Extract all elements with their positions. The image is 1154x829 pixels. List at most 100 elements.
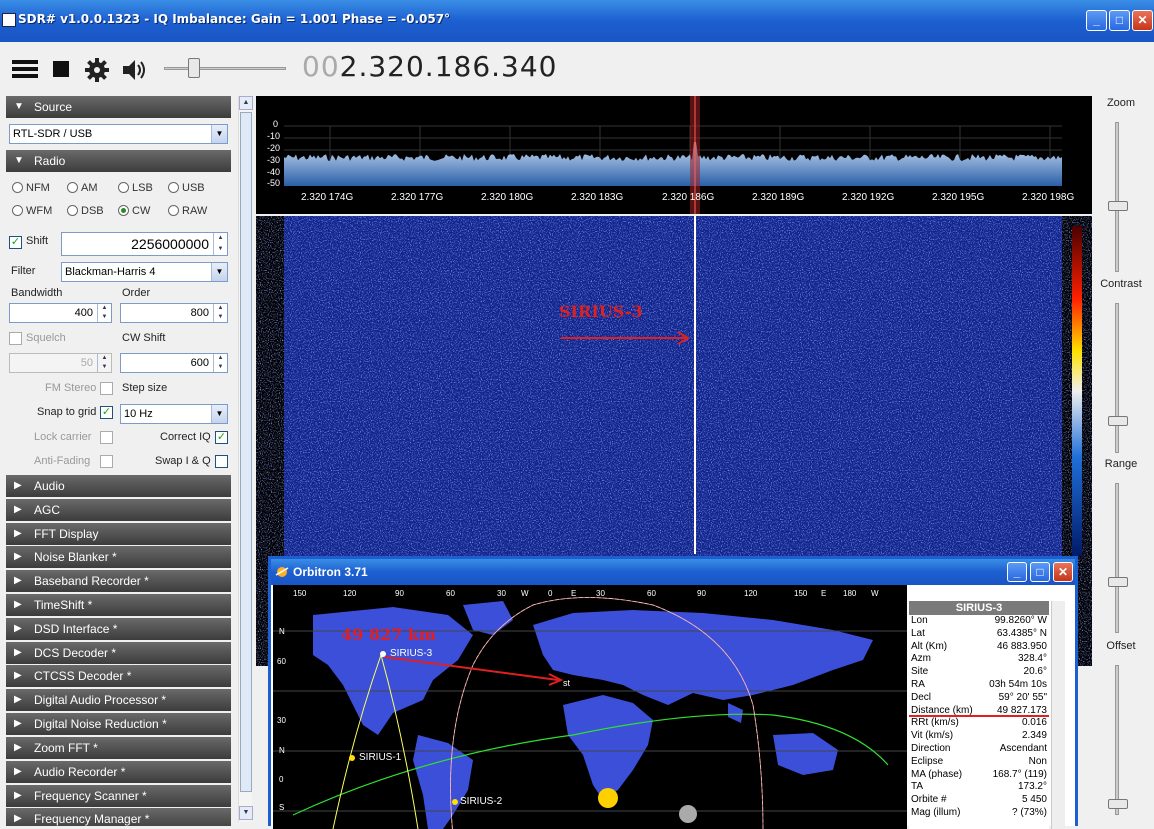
bandwidth-label: Bandwidth <box>11 287 63 299</box>
antifading-checkbox[interactable] <box>100 455 113 468</box>
bandwidth-input[interactable]: 400 ▲ ▼ <box>9 303 112 323</box>
info-key: RRt (km/s) <box>911 717 959 729</box>
section-frequency-manager[interactable]: ▶ Frequency Manager * <box>6 808 231 826</box>
snap-checkbox[interactable]: ✓ <box>100 406 113 419</box>
gear-icon[interactable] <box>85 58 109 82</box>
section-dcs-decoder[interactable]: ▶ DCS Decoder * <box>6 642 231 664</box>
stop-icon[interactable] <box>52 58 70 80</box>
info-key: Alt (Km) <box>911 640 948 652</box>
orbitron-window[interactable]: Orbitron 3.71 _ □ ✕ 150 120 90 60 30 W 0… <box>268 556 1078 829</box>
orbitron-minimize-button[interactable]: _ <box>1007 562 1027 582</box>
squelch-label: Squelch <box>26 332 66 344</box>
info-row: Alt (Km) 46 883.950 <box>909 641 1049 654</box>
section-radio[interactable]: ▼ Radio <box>6 150 231 172</box>
left-panel-scrollbar[interactable]: ▲ ▼ <box>238 96 253 822</box>
fmstereo-checkbox[interactable] <box>100 382 113 395</box>
squelch-input[interactable]: 50 ▲ ▼ <box>9 353 112 373</box>
longitude-label: 30 <box>596 589 605 598</box>
longitude-label: 180 <box>843 589 857 598</box>
speaker-icon[interactable] <box>121 58 147 82</box>
filter-select[interactable]: Blackman-Harris 4 ▼ <box>61 262 228 282</box>
satellite-label[interactable]: SIRIUS-1 <box>359 752 401 763</box>
contrast-slider-track[interactable] <box>1115 303 1119 453</box>
info-value: 99.8260° W <box>994 615 1047 626</box>
squelch-checkbox[interactable] <box>9 332 22 345</box>
section-baseband-recorder[interactable]: ▶ Baseband Recorder * <box>6 570 231 592</box>
offset-slider-track[interactable] <box>1115 665 1119 815</box>
shift-checkbox[interactable]: ✓ <box>9 236 22 249</box>
close-button[interactable]: ✕ <box>1132 10 1153 31</box>
mode-am-radio[interactable]: AM <box>67 182 98 194</box>
db-label: -30 <box>267 155 281 165</box>
section-dsd-interface[interactable]: ▶ DSD Interface * <box>6 618 231 640</box>
scroll-thumb[interactable] <box>240 112 252 792</box>
longitude-label: 90 <box>395 589 404 598</box>
frequency-display[interactable]: 002.320.186.340 <box>302 50 558 83</box>
minimize-button[interactable]: _ <box>1086 10 1107 31</box>
volume-slider-track[interactable] <box>164 67 286 70</box>
order-input[interactable]: 800 ▲ ▼ <box>120 303 228 323</box>
orbitron-maximize-button[interactable]: □ <box>1030 562 1050 582</box>
info-key: TA <box>911 781 924 793</box>
contrast-slider-thumb[interactable] <box>1108 416 1128 426</box>
info-rows: Lon 99.8260° W Lat 63.4385° N Alt (Km) 46 883… <box>909 615 1049 820</box>
info-scrollbar[interactable] <box>1051 601 1065 829</box>
maximize-button[interactable]: □ <box>1109 10 1130 31</box>
section-noise-blanker[interactable]: ▶ Noise Blanker * <box>6 546 231 568</box>
db-label: -20 <box>267 143 281 153</box>
orbitron-close-button[interactable]: ✕ <box>1053 562 1073 582</box>
section-frequency-scanner[interactable]: ▶ Frequency Scanner * <box>6 785 231 807</box>
info-row: Site 20.6° <box>909 666 1049 679</box>
section-digital-noise-reduction[interactable]: ▶ Digital Noise Reduction * <box>6 713 231 735</box>
range-slider-thumb[interactable] <box>1108 577 1128 587</box>
swapiq-checkbox[interactable] <box>215 455 228 468</box>
mode-cw-radio[interactable]: CW <box>118 205 150 217</box>
zoom-slider-track[interactable] <box>1115 122 1119 272</box>
freq-label: 2.320 195G <box>932 192 985 203</box>
section-audio[interactable]: ▶ Audio <box>6 475 231 497</box>
info-row: Lat 63.4385° N <box>909 628 1049 641</box>
info-value: 173.2° <box>1017 781 1047 793</box>
mode-nfm-radio[interactable]: NFM <box>12 182 50 194</box>
section-timeshift[interactable]: ▶ TimeShift * <box>6 594 231 616</box>
shift-input[interactable]: 2256000000 ▲ ▼ <box>61 232 228 256</box>
section-agc[interactable]: ▶ AGC <box>6 499 231 521</box>
offset-slider-thumb[interactable] <box>1108 799 1128 809</box>
scroll-up-icon[interactable]: ▲ <box>239 96 253 110</box>
section-fft-display[interactable]: ▶ FFT Display <box>6 523 231 545</box>
info-title: SIRIUS-3 <box>909 601 1049 615</box>
satellite-label[interactable]: SIRIUS-3 <box>390 648 432 659</box>
zoom-slider-thumb[interactable] <box>1108 201 1128 211</box>
latitude-label: 0 <box>279 775 284 784</box>
section-audio-recorder[interactable]: ▶ Audio Recorder * <box>6 761 231 783</box>
volume-slider-thumb[interactable] <box>188 58 200 78</box>
satellite-label[interactable]: SIRIUS-2 <box>460 796 502 807</box>
stepsize-label: Step size <box>122 382 168 394</box>
section-zoom-fft[interactable]: ▶ Zoom FFT * <box>6 737 231 759</box>
window-titlebar: SDR# v1.0.0.1323 - IQ Imbalance: Gain = … <box>0 0 1154 42</box>
longitude-label: 120 <box>744 589 758 598</box>
mode-dsb-radio[interactable]: DSB <box>67 205 104 217</box>
step-size-select[interactable]: 10 Hz ▼ <box>120 404 228 424</box>
section-digital-audio-processor[interactable]: ▶ Digital Audio Processor * <box>6 689 231 711</box>
info-row: Mag (illum) ? (73%) <box>909 807 1049 820</box>
mode-wfm-radio[interactable]: WFM <box>12 205 52 217</box>
info-value: 328.4° <box>1017 653 1047 665</box>
correctiq-checkbox[interactable]: ✓ <box>215 431 228 444</box>
mode-usb-radio[interactable]: USB <box>168 182 205 194</box>
section-source[interactable]: ▼ Source <box>6 96 231 118</box>
mode-raw-radio[interactable]: RAW <box>168 205 207 217</box>
longitude-label: W <box>871 589 879 598</box>
cwshift-input[interactable]: 600 ▲ ▼ <box>120 353 228 373</box>
lockcarrier-checkbox[interactable] <box>100 431 113 444</box>
section-ctcss-decoder[interactable]: ▶ CTCSS Decoder * <box>6 665 231 687</box>
range-slider-track[interactable] <box>1115 483 1119 633</box>
latitude-label: S <box>279 803 285 812</box>
source-device-select[interactable]: RTL-SDR / USB ▼ <box>9 124 228 144</box>
orbitron-world-map[interactable]: 150 120 90 60 30 W 0 E 30 60 90 120 150 … <box>273 585 907 829</box>
scroll-down-icon[interactable]: ▼ <box>239 806 253 820</box>
menu-icon[interactable] <box>12 58 38 80</box>
mode-lsb-radio[interactable]: LSB <box>118 182 153 194</box>
spectrum-display[interactable]: 0 -10 -20 -30 -40 -50 2.320 174G 2.320 1… <box>256 96 1092 214</box>
spinner-icon: ▲ ▼ <box>213 304 227 322</box>
